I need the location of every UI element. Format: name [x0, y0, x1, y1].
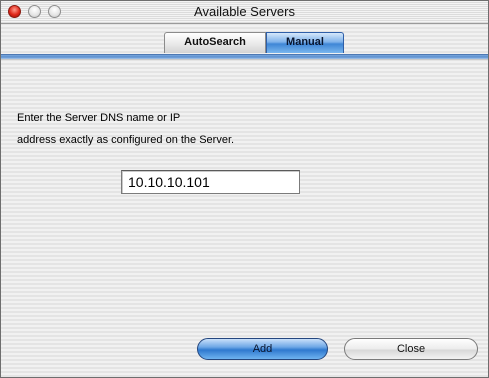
tab-autosearch[interactable]: AutoSearch	[164, 32, 266, 53]
tab-manual[interactable]: Manual	[266, 32, 344, 53]
tab-pane-divider	[1, 54, 488, 60]
server-address-input[interactable]	[121, 170, 300, 194]
close-button[interactable]: Close	[344, 338, 478, 360]
window-title: Available Servers	[194, 4, 295, 19]
tab-bar: AutoSearch Manual	[164, 32, 344, 54]
title-bar[interactable]: Available Servers	[1, 1, 488, 24]
add-button[interactable]: Add	[197, 338, 328, 360]
instruction-line-1: Enter the Server DNS name or IP	[17, 112, 181, 124]
available-servers-window: Available Servers AutoSearch Manual Ente…	[0, 0, 489, 378]
instruction-text: Enter the Server DNS name or IP address …	[17, 107, 417, 151]
instruction-line-2: address exactly as configured on the Ser…	[17, 134, 235, 146]
